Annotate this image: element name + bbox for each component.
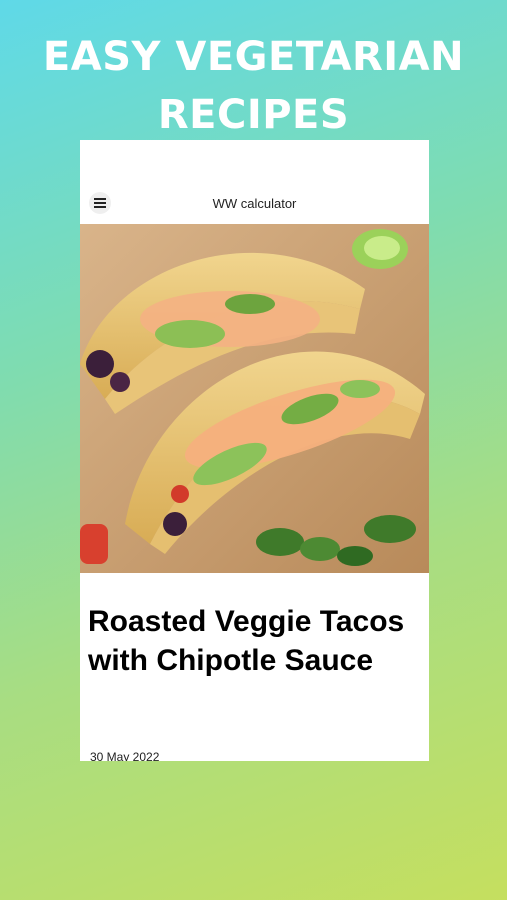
recipe-title[interactable]: Roasted Veggie Tacos with Chipotle Sauce <box>88 602 418 680</box>
recipe-image <box>80 224 429 573</box>
recipe-date: 30 May 2022 <box>90 750 160 761</box>
app-bar: WW calculator <box>80 182 429 225</box>
phone-screen: WW calculator Roasted Veggie Tacos with … <box>80 140 429 761</box>
app-title: WW calculator <box>212 195 297 211</box>
hamburger-menu-icon <box>94 198 106 208</box>
promo-banner: EASY VEGETARIAN RECIPES <box>0 28 507 144</box>
menu-button[interactable] <box>89 192 111 214</box>
banner-line-2: RECIPES <box>157 92 350 138</box>
banner-line-1: EASY VEGETARIAN <box>42 34 465 80</box>
